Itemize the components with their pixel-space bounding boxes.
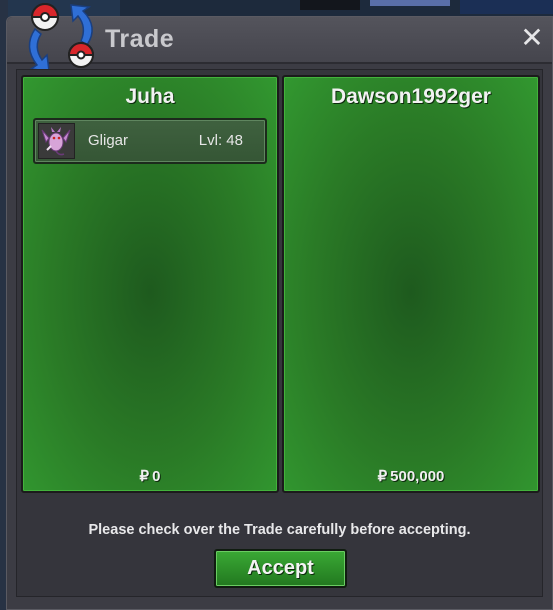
money-value: 500,000 <box>390 468 445 485</box>
currency-symbol: ₽ <box>377 468 388 485</box>
background-tile <box>300 0 360 10</box>
player-name: Juha <box>125 85 175 108</box>
player-name: Dawson1992ger <box>331 85 491 108</box>
background-tile <box>370 0 450 6</box>
partner-offer-panel: Dawson1992ger ₽500,000 <box>282 75 540 493</box>
pokeball-swap-icon <box>28 3 95 72</box>
trade-notice: Please check over the Trade carefully be… <box>88 522 471 538</box>
money-amount: ₽500,000 <box>284 467 538 485</box>
money-value: 0 <box>152 468 161 485</box>
money-amount: ₽0 <box>23 467 277 485</box>
gligar-sprite-icon <box>38 123 75 159</box>
window-title: Trade <box>105 25 175 53</box>
trade-content: Juha Gligar Lvl: 48 ₽ 0 Dawson1992ger ₽ … <box>16 69 543 597</box>
offer-item-gligar[interactable]: Gligar Lvl: 48 <box>33 118 267 164</box>
close-button[interactable]: ✕ <box>518 23 546 53</box>
currency-symbol: ₽ <box>139 468 150 485</box>
background-tile <box>460 0 553 14</box>
item-name: Gligar <box>88 132 129 149</box>
item-level: Lvl: 48 <box>198 132 243 149</box>
trade-window: Trade ✕ Juha Gligar Lvl: 48 ₽ 0 Dawson19… <box>6 3 553 610</box>
own-offer-panel: Juha Gligar Lvl: 48 ₽ 0 <box>21 75 279 493</box>
accept-button[interactable]: Accept <box>214 549 347 588</box>
